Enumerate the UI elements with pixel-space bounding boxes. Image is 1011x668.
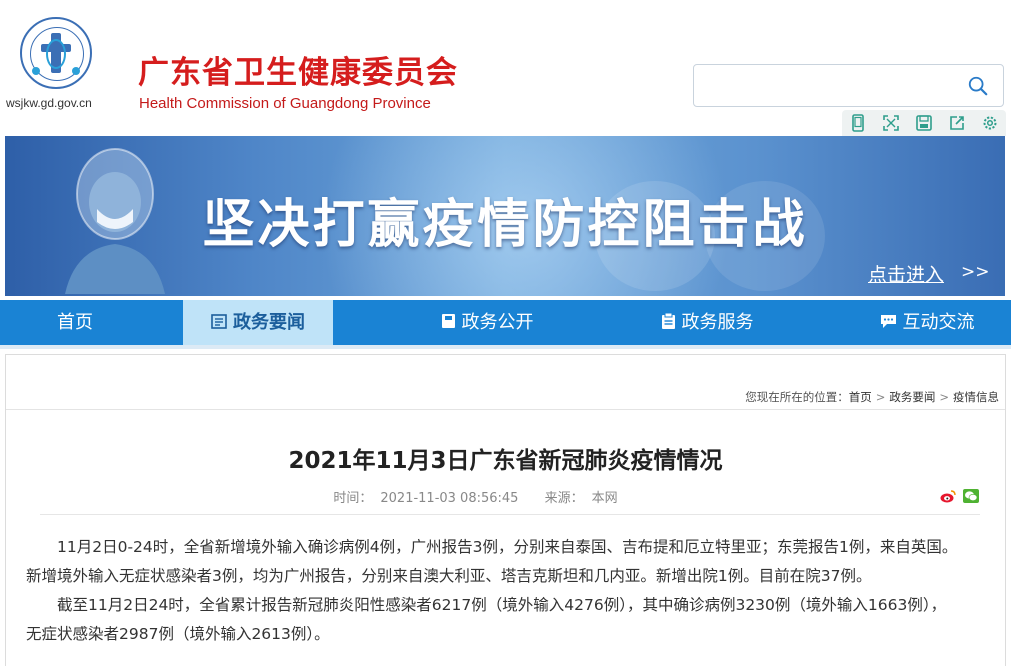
source-value: 本网 bbox=[591, 491, 618, 506]
paragraph-line: 11月2日0-24时，全省新增境外输入确诊病例4例，广州报告3例，分别来自泰国、… bbox=[26, 538, 958, 556]
epidemic-banner[interactable]: 坚决打赢疫情防控阻击战 点击进入 >> bbox=[5, 136, 1005, 296]
breadcrumb-home[interactable]: 首页 bbox=[849, 390, 872, 404]
wechat-share-icon[interactable] bbox=[963, 489, 979, 503]
breadcrumb-separator: > bbox=[939, 390, 949, 404]
meta-divider bbox=[40, 514, 980, 515]
breadcrumb: 您现在所在的位置：首页 > 政务要闻 > 疫情信息 bbox=[745, 389, 999, 405]
weibo-share-icon[interactable] bbox=[940, 489, 956, 503]
org-name-en: Health Commission of Guangdong Province bbox=[139, 95, 431, 112]
article-title: 2021年11月3日广东省新冠肺炎疫情情况 bbox=[288, 448, 723, 474]
nav-item-services[interactable]: 政务服务 bbox=[622, 300, 792, 345]
settings-icon[interactable] bbox=[981, 114, 999, 132]
nav-item-home[interactable]: 首页 bbox=[0, 300, 150, 345]
article-paragraph-1: 11月2日0-24时，全省新增境外输入确诊病例4例，广州报告3例，分别来自泰国、… bbox=[26, 533, 986, 591]
nav-underline bbox=[0, 345, 1011, 349]
main-nav: 首页 政务要闻 政务公开 政务服务 互动交流 bbox=[0, 300, 1011, 345]
banner-enter-arrows[interactable]: >> bbox=[961, 262, 990, 282]
search-box[interactable] bbox=[693, 64, 1004, 107]
nav-item-interaction[interactable]: 互动交流 bbox=[842, 300, 1011, 345]
article-paragraph-2: 截至11月2日24时，全省累计报告新冠肺炎阳性感染者6217例（境外输入4276… bbox=[26, 591, 986, 649]
book-icon bbox=[441, 314, 455, 328]
breadcrumb-news[interactable]: 政务要闻 bbox=[889, 390, 935, 404]
accessibility-toolbar bbox=[842, 110, 1006, 136]
breadcrumb-epidemic-info[interactable]: 疫情信息 bbox=[953, 390, 999, 404]
news-icon bbox=[211, 313, 227, 329]
paragraph-line: 新增境外输入无症状感染者3例，均为广州报告，分别来自澳大利亚、塔吉克斯坦和几内亚… bbox=[26, 567, 872, 585]
time-label: 时间： 2021-11-03 08:56:45 bbox=[329, 491, 522, 506]
nav-item-public-affairs[interactable]: 政务公开 bbox=[402, 300, 572, 345]
mobile-icon[interactable] bbox=[849, 114, 867, 132]
search-input[interactable] bbox=[702, 71, 956, 101]
nav-item-label: 政务要闻 bbox=[233, 312, 305, 333]
paragraph-line: 截至11月2日24时，全省累计报告新冠肺炎阳性感染者6217例（境外输入4276… bbox=[26, 596, 947, 614]
breadcrumb-prefix: 您现在所在的位置： bbox=[745, 390, 849, 404]
nav-item-label: 互动交流 bbox=[902, 312, 975, 333]
banner-enter-link[interactable]: 点击进入 bbox=[868, 260, 944, 287]
article-meta: 时间： 2021-11-03 08:56:45 来源： 本网 bbox=[0, 487, 981, 506]
site-url: wsjkw.gd.gov.cn bbox=[6, 96, 92, 110]
org-name-cn[interactable]: 广东省卫生健康委员会 bbox=[138, 47, 458, 92]
chat-icon bbox=[880, 314, 896, 328]
search-icon[interactable] bbox=[967, 75, 989, 97]
nav-item-label: 首页 bbox=[57, 312, 93, 333]
save-icon[interactable] bbox=[915, 114, 933, 132]
fullscreen-icon[interactable] bbox=[882, 114, 900, 132]
source-label: 来源： 本网 bbox=[541, 491, 622, 506]
clipboard-icon bbox=[661, 312, 675, 329]
share-icon[interactable] bbox=[948, 114, 966, 132]
time-value: 2021-11-03 08:56:45 bbox=[380, 491, 519, 506]
breadcrumb-bar: 您现在所在的位置：首页 > 政务要闻 > 疫情信息 bbox=[6, 355, 1005, 409]
breadcrumb-separator: > bbox=[875, 390, 886, 404]
health-commission-logo[interactable] bbox=[20, 17, 92, 89]
paragraph-line: 无症状感染者2987例（境外输入2613例）。 bbox=[26, 625, 330, 643]
site-header: wsjkw.gd.gov.cn 广东省卫生健康委员会 Health Commis… bbox=[0, 0, 1011, 136]
nav-item-label: 政务公开 bbox=[461, 312, 534, 333]
time-label-text: 时间： bbox=[333, 491, 373, 506]
nav-item-news[interactable]: 政务要闻 bbox=[183, 300, 333, 345]
banner-title: 坚决打赢疫情防控阻击战 bbox=[202, 195, 808, 255]
nav-item-label: 政务服务 bbox=[681, 312, 754, 333]
source-label-text: 来源： bbox=[544, 491, 584, 506]
